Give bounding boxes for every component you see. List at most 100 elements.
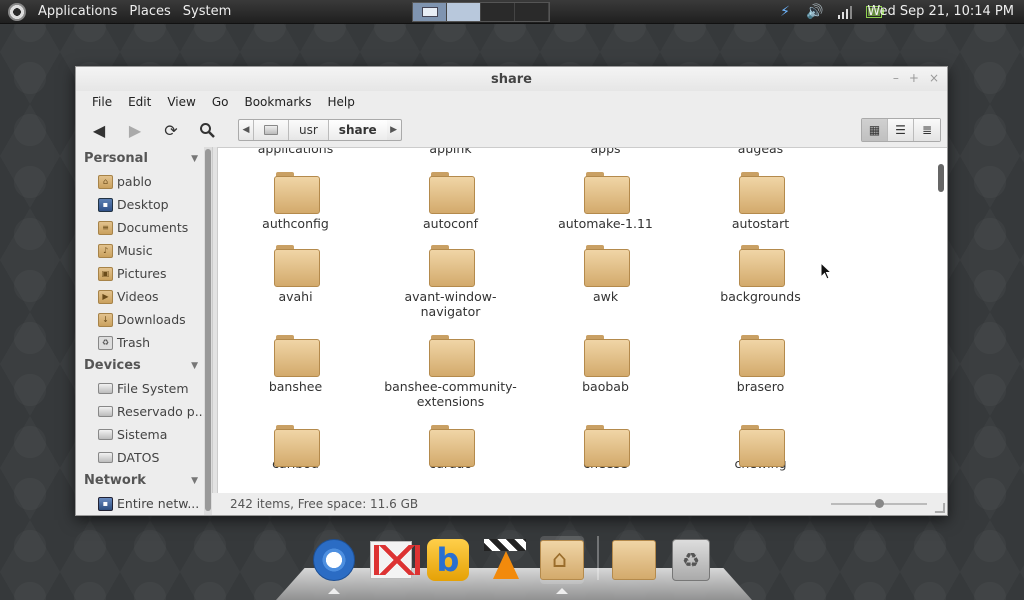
resize-grip-icon[interactable] [934, 503, 946, 513]
drive-icon [98, 406, 113, 417]
sidebar-item-reservado[interactable]: Reservado p... [76, 400, 212, 423]
workspace-2[interactable] [447, 3, 481, 21]
folder-item[interactable]: awk [528, 245, 683, 321]
folder-item[interactable]: authconfig [218, 172, 373, 231]
trash-icon: ♻ [672, 539, 710, 581]
gmail-icon [370, 541, 420, 579]
menu-applications[interactable]: Applications [32, 4, 123, 19]
workspace-1[interactable] [413, 3, 447, 21]
sidebar-scrollbar-thumb[interactable] [205, 149, 211, 511]
folder-item[interactable]: banshee [218, 335, 373, 411]
sidebar-item-videos[interactable]: ▶ Videos [76, 285, 212, 308]
path-segment-usr[interactable]: usr [288, 120, 328, 140]
titlebar[interactable]: share – + × [76, 67, 947, 91]
compact-view-button[interactable]: ≣ [914, 119, 940, 141]
folder-item[interactable]: automake-1.11 [528, 172, 683, 231]
reload-button[interactable]: ⟳ [156, 117, 186, 143]
zoom-slider-knob[interactable] [875, 499, 884, 508]
sidebar-item-sistema[interactable]: Sistema [76, 423, 212, 446]
menu-places[interactable]: Places [123, 4, 176, 19]
clock[interactable]: Wed Sep 21, 10:14 PM [867, 0, 1014, 24]
dock-item-gmail[interactable] [369, 536, 420, 584]
sidebar-item-pablo[interactable]: ⌂ pablo [76, 170, 212, 193]
folder-icon [273, 245, 320, 287]
file-view-scrollbar-thumb[interactable] [938, 164, 944, 192]
sidebar-item-entire-network[interactable]: ▪ Entire netw... [76, 492, 212, 515]
sidebar-item-file-system[interactable]: File System [76, 377, 212, 400]
list-view-button[interactable]: ☰ [888, 119, 914, 141]
folder-item[interactable]: avahi [218, 245, 373, 321]
menu-edit[interactable]: Edit [120, 95, 159, 109]
dock-item-vlc[interactable] [483, 536, 527, 584]
distro-logo-icon[interactable] [8, 2, 26, 21]
sidebar-item-documents[interactable]: ≡ Documents [76, 216, 212, 239]
back-button[interactable]: ◀ [84, 117, 114, 143]
folder-item[interactable]: applications [218, 148, 373, 156]
sidebar-item-trash[interactable]: ♻ Trash [76, 331, 212, 354]
menubar: File Edit View Go Bookmarks Help [76, 91, 947, 113]
sidebar-scrollbar[interactable] [204, 147, 212, 515]
folder-label: avahi [278, 289, 313, 304]
sidebar-section-network[interactable]: Network ▼ [76, 469, 212, 492]
menu-view[interactable]: View [159, 95, 203, 109]
folder-item[interactable]: caribou [218, 425, 373, 471]
sidebar-item-desktop[interactable]: ▪ Desktop [76, 193, 212, 216]
folder-item[interactable]: apps [528, 148, 683, 156]
sidebar-item-pictures[interactable]: ▣ Pictures [76, 262, 212, 285]
menu-help[interactable]: Help [320, 95, 363, 109]
folder-row: caribou cdrdao cheese chewing [218, 411, 938, 471]
folder-item[interactable]: brasero [683, 335, 838, 411]
folder-row: applications applnk apps augeas [218, 147, 938, 156]
dock-item-chromium[interactable] [312, 536, 356, 594]
home-folder-icon [540, 540, 584, 580]
folder-item[interactable]: augeas [683, 148, 838, 156]
dock-item-folder[interactable] [612, 536, 656, 584]
menu-file[interactable]: File [84, 95, 120, 109]
sidebar-item-downloads[interactable]: ↓ Downloads [76, 308, 212, 331]
folder-item[interactable]: autoconf [373, 172, 528, 231]
sidebar-item-label: Trash [117, 335, 151, 350]
file-view-scrollbar[interactable] [935, 148, 947, 494]
close-icon[interactable]: × [929, 71, 939, 85]
sidebar-item-datos[interactable]: DATOS [76, 446, 212, 469]
network-icon[interactable] [836, 3, 854, 21]
path-root-drive[interactable] [253, 120, 288, 140]
menu-bookmarks[interactable]: Bookmarks [236, 95, 319, 109]
menu-system[interactable]: System [177, 4, 237, 19]
folder-label: brasero [736, 379, 785, 394]
folder-item[interactable]: baobab [528, 335, 683, 411]
workspace-4[interactable] [515, 3, 549, 21]
dock: b ♻ [276, 536, 752, 600]
folder-item[interactable]: applnk [373, 147, 528, 156]
dock-item-home-folder[interactable] [540, 536, 584, 594]
forward-button[interactable]: ▶ [120, 117, 150, 143]
dock-item-trash[interactable]: ♻ [669, 536, 713, 584]
minimize-icon[interactable]: – [893, 71, 899, 85]
workspace-3[interactable] [481, 3, 515, 21]
path-scroll-left-icon[interactable]: ◀ [239, 125, 253, 135]
running-indicator-icon [556, 588, 568, 594]
folder-item[interactable]: cdrdao [373, 425, 528, 471]
icon-view-button[interactable]: ▦ [862, 119, 888, 141]
folder-item[interactable]: backgrounds [683, 245, 838, 321]
folder-item[interactable]: banshee-community-extensions [373, 335, 528, 411]
sidebar-section-personal[interactable]: Personal ▼ [76, 147, 212, 170]
volume-icon[interactable]: 🔊 [806, 3, 824, 21]
folder-item[interactable]: chewing [683, 425, 838, 471]
folder-icon [428, 172, 475, 214]
folder-label: applnk [429, 147, 472, 156]
zoom-slider[interactable] [831, 499, 927, 508]
folder-item[interactable]: avant-window-navigator [373, 245, 528, 321]
sidebar-item-music[interactable]: ♪ Music [76, 239, 212, 262]
bolt-icon[interactable]: ⚡ [776, 3, 794, 21]
search-button[interactable] [192, 117, 222, 143]
compact-list-icon: ≣ [921, 123, 933, 137]
menu-go[interactable]: Go [204, 95, 237, 109]
folder-item[interactable]: autostart [683, 172, 838, 231]
dock-item-bmail[interactable]: b [426, 536, 470, 584]
path-scroll-right-icon[interactable]: ▶ [387, 125, 401, 135]
path-segment-share[interactable]: share [327, 120, 387, 140]
sidebar-section-devices[interactable]: Devices ▼ [76, 354, 212, 377]
maximize-icon[interactable]: + [909, 71, 919, 85]
folder-item[interactable]: cheese [528, 425, 683, 471]
